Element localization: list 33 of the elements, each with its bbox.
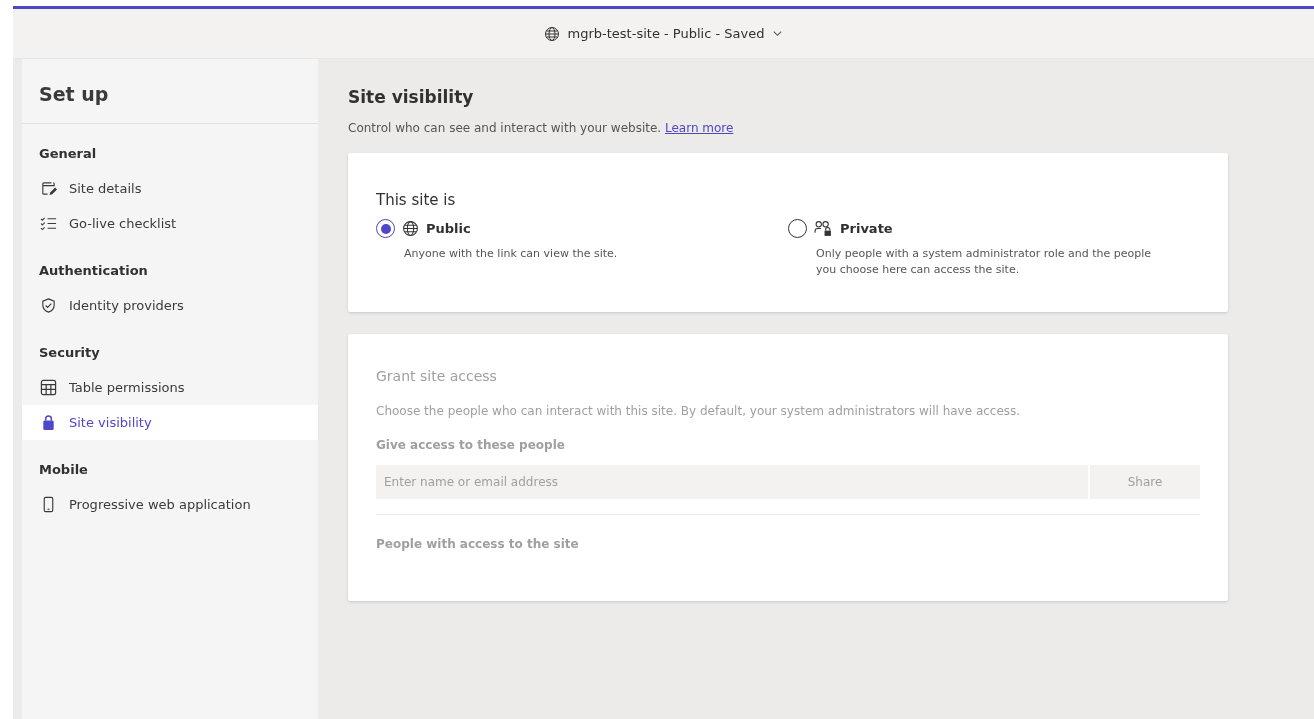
nav-item[interactable]: Site details — [22, 171, 318, 206]
section-heading: Security — [38, 344, 101, 362]
page-title: Site visibility — [348, 87, 475, 107]
card-heading: Grant site access — [376, 368, 498, 384]
list-label: People with access to the site — [376, 537, 580, 551]
card-description: Choose the people who can interact with this site. By default, your system administrators will have access. — [376, 404, 1022, 418]
section-heading: Mobile — [38, 461, 89, 479]
option-description: Anyone with the link can view the site. — [404, 246, 619, 262]
table-icon — [40, 379, 57, 396]
option-description: Only people with a system administrator role and the people you choose here can access the site. — [816, 246, 1153, 278]
people-lock-icon — [814, 220, 833, 237]
checklist-icon — [40, 215, 57, 232]
field-label: Give access to these people — [376, 438, 566, 452]
nav-item[interactable]: Identity providers — [22, 288, 318, 323]
nav-item[interactable]: Progressive web application — [22, 487, 318, 522]
nav-item[interactable]: Go-live checklist — [22, 206, 318, 241]
globe-icon — [402, 220, 419, 237]
lock-icon — [40, 414, 57, 431]
section-heading: General — [38, 145, 98, 163]
sidebar-title: Set up — [22, 59, 318, 124]
learn-more-link[interactable]: Learn more — [665, 121, 734, 135]
option-label: Private — [840, 221, 893, 236]
nav-item[interactable]: Site visibility — [22, 405, 318, 440]
globe-icon — [543, 25, 560, 42]
page-description: Control who can see and interact with your website. Learn more — [348, 121, 735, 135]
nav-item[interactable]: Table permissions — [22, 370, 318, 405]
edit-icon — [40, 180, 57, 197]
shield-check-icon — [40, 297, 57, 314]
site-menu-button[interactable]: mgrb-test-site - Public - Saved — [537, 21, 790, 46]
card-heading: This site is — [376, 191, 457, 209]
chevron-down-icon — [772, 28, 784, 39]
section-heading: Authentication — [38, 262, 149, 280]
option-label: Public — [426, 221, 471, 236]
